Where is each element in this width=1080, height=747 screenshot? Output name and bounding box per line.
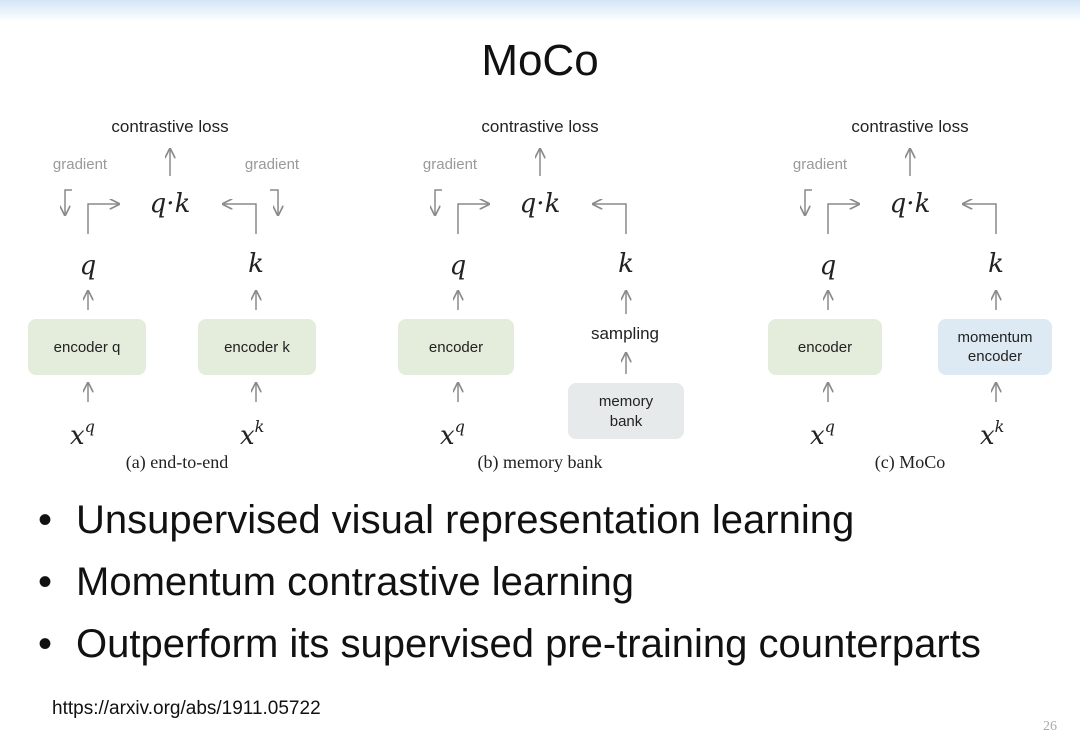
memory-bank-box (568, 383, 684, 439)
x-q-input: xq (70, 417, 95, 451)
k-to-qk-arrow (964, 204, 997, 234)
bullet-text: Outperform its supervised pre-training c… (76, 622, 981, 666)
memory-bank-label-line1: memory (599, 393, 654, 410)
x-q-input: xq (810, 417, 835, 451)
panel-moco: contrastive loss gradient q·k q k encode… (768, 117, 1052, 473)
caption-moco: (c) MoCo (875, 452, 946, 473)
qk-product: q·k (890, 189, 931, 219)
panel-memory-bank: contrastive loss gradient q·k q k encode… (398, 117, 684, 473)
contrastive-loss-label: contrastive loss (851, 117, 968, 136)
bullet-list: • Unsupervised visual representation lear… (38, 492, 981, 678)
moco-diagram: contrastive loss gradient gradient q·k q… (28, 117, 1052, 473)
caption-memory-bank: (b) memory bank (478, 452, 603, 473)
gradient-label-right: gradient (245, 156, 300, 173)
bullet-text: Unsupervised visual representation learn… (76, 498, 855, 542)
memory-bank-label-line2: bank (610, 413, 643, 430)
bullet-item: • Unsupervised visual representation lear… (38, 492, 981, 554)
sampling-label: sampling (591, 324, 659, 343)
arxiv-link[interactable]: https://arxiv.org/abs/1911.05722 (52, 698, 321, 720)
x-q-input: xq (440, 417, 465, 451)
x-k-input: xk (980, 417, 1004, 451)
gradient-arrow-left (805, 189, 812, 214)
gradient-arrow-right (270, 189, 278, 214)
encoder-label: encoder (798, 339, 852, 356)
k-to-qk-arrow (224, 204, 257, 234)
momentum-encoder-box (938, 319, 1052, 375)
q-to-qk-arrow (87, 204, 118, 234)
x-k-input: xk (240, 417, 264, 451)
bullet-item: • Outperform its supervised pre-training … (38, 616, 981, 678)
panel-end-to-end: contrastive loss gradient gradient q·k q… (28, 117, 316, 473)
q-to-qk-arrow (457, 204, 488, 234)
caption-end-to-end: (a) end-to-end (126, 452, 228, 473)
q-symbol: q (450, 251, 467, 281)
bullet-text: Momentum contrastive learning (76, 560, 635, 604)
encoder-q-label: encoder q (54, 339, 121, 356)
bullet-dot-icon: • (38, 560, 53, 604)
momentum-encoder-label-line2: encoder (968, 348, 1022, 365)
gradient-arrow-left (65, 189, 72, 214)
momentum-encoder-label-line1: momentum (957, 329, 1032, 346)
bullet-item: • Momentum contrastive learning (38, 554, 981, 616)
qk-product: q·k (520, 189, 561, 219)
bullet-dot-icon: • (38, 498, 53, 542)
contrastive-loss-label: contrastive loss (481, 117, 598, 136)
qk-product: q·k (150, 189, 191, 219)
q-symbol: q (80, 251, 97, 281)
page-number: 26 (1043, 719, 1057, 734)
gradient-arrow-left (435, 189, 442, 214)
q-to-qk-arrow (827, 204, 858, 234)
encoder-label: encoder (429, 339, 483, 356)
gradient-label-left: gradient (53, 156, 108, 173)
k-to-qk-arrow (594, 204, 627, 234)
gradient-label-left: gradient (423, 156, 478, 173)
contrastive-loss-label: contrastive loss (111, 117, 228, 136)
bullet-dot-icon: • (38, 622, 53, 666)
encoder-k-label: encoder k (224, 339, 290, 356)
q-symbol: q (820, 251, 837, 281)
k-symbol: k (248, 249, 264, 279)
gradient-label-left: gradient (793, 156, 848, 173)
k-symbol: k (618, 249, 634, 279)
k-symbol: k (988, 249, 1004, 279)
